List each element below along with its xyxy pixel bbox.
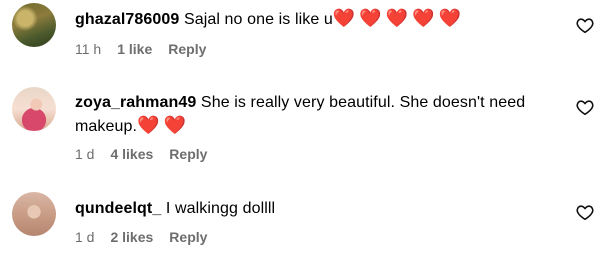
comment-text: Sajal no one is like u <box>183 11 333 28</box>
heart-outline-icon[interactable] <box>576 99 594 115</box>
heart-emoji-icon: ❤️❤️ <box>137 115 190 135</box>
avatar[interactable] <box>12 87 56 131</box>
comment-likes-count[interactable]: 4 likes <box>110 146 153 162</box>
comment-body: qundeelqt_ I walkingg dollll <box>75 198 555 220</box>
comment-likes-count[interactable]: 2 likes <box>110 229 153 245</box>
comment-meta: 1 d 2 likes Reply <box>75 229 207 245</box>
reply-button[interactable]: Reply <box>168 41 206 57</box>
comment-body: ghazal786009 Sajal no one is like u❤️❤️❤… <box>75 7 555 31</box>
reply-button[interactable]: Reply <box>169 146 207 162</box>
comment-meta: 1 d 4 likes Reply <box>75 146 207 162</box>
comment-time: 1 d <box>75 229 95 245</box>
heart-emoji-icon: ❤️❤️❤️❤️❤️ <box>332 8 465 28</box>
heart-outline-icon[interactable] <box>576 204 594 220</box>
comment-meta: 11 h 1 like Reply <box>75 41 206 57</box>
comment-body: zoya_rahman49 She is really very beautif… <box>75 92 555 138</box>
comment-time: 11 h <box>75 41 102 57</box>
comment-username[interactable]: zoya_rahman49 <box>75 94 196 111</box>
comment-username[interactable]: qundeelqt_ <box>75 200 161 217</box>
heart-outline-icon[interactable] <box>576 17 594 33</box>
reply-button[interactable]: Reply <box>169 229 207 245</box>
comment-time: 1 d <box>75 146 95 162</box>
avatar[interactable] <box>12 192 56 236</box>
comment-text: I walkingg dollll <box>165 200 276 217</box>
avatar[interactable] <box>12 3 56 47</box>
comment-likes-count[interactable]: 1 like <box>117 41 152 57</box>
comment-username[interactable]: ghazal786009 <box>75 11 179 28</box>
